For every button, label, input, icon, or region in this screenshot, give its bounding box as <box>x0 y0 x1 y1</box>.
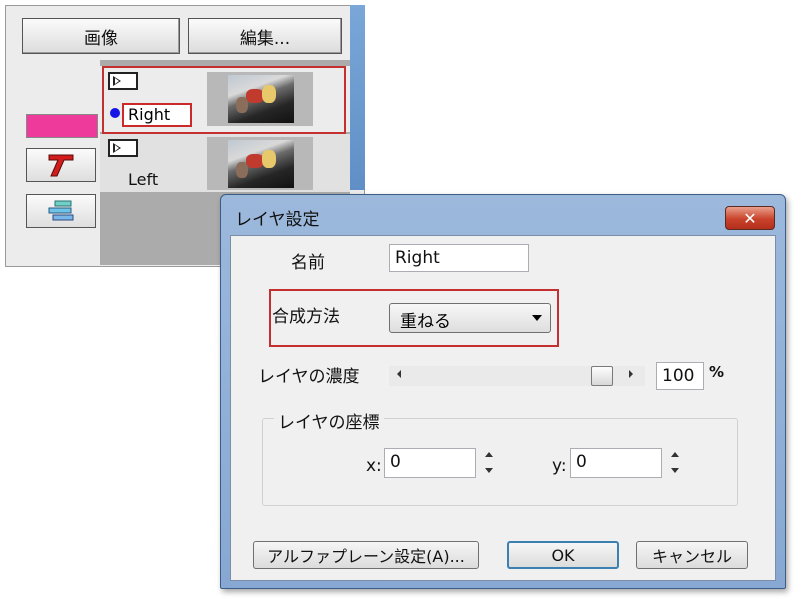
highlight-frame-blend <box>269 289 559 347</box>
edit-button[interactable]: 編集... <box>188 18 342 54</box>
layer-thumbnail <box>228 140 294 188</box>
close-button[interactable]: ✕ <box>725 206 775 230</box>
layer-stack-icon <box>48 200 74 221</box>
y-spinner-icon[interactable] <box>668 448 682 478</box>
x-spinner-icon[interactable] <box>482 448 496 478</box>
opacity-label: レイヤの濃度 <box>258 367 360 387</box>
layer-tool-button[interactable] <box>26 194 96 228</box>
window-edge <box>350 5 365 190</box>
color-swatch[interactable] <box>26 114 98 138</box>
percent-unit: % <box>709 363 725 381</box>
x-label: x: <box>366 456 382 476</box>
layer-visibility-icon[interactable] <box>108 139 138 157</box>
ok-button[interactable]: OK <box>507 541 619 569</box>
text-tool-icon <box>48 154 74 177</box>
slider-right-arrow-icon[interactable] <box>629 370 633 378</box>
layer-name-left: Left <box>128 170 159 189</box>
slider-left-arrow-icon[interactable] <box>397 370 401 378</box>
opacity-slider-thumb[interactable] <box>591 366 613 386</box>
highlight-frame-layer <box>102 66 346 134</box>
dialog-title: レイヤ設定 <box>235 210 320 230</box>
text-tool-button[interactable] <box>26 148 96 182</box>
name-label: 名前 <box>291 253 325 273</box>
name-field[interactable]: Right <box>389 244 529 272</box>
y-field[interactable]: 0 <box>570 448 662 478</box>
x-field[interactable]: 0 <box>384 448 476 478</box>
coordinates-label: レイヤの座標 <box>274 408 384 433</box>
y-label: y: <box>552 456 567 476</box>
alpha-plane-button[interactable]: アルファプレーン設定(A)... <box>253 541 479 569</box>
opacity-field[interactable]: 100 <box>656 362 704 390</box>
cancel-button[interactable]: キャンセル <box>636 541 748 569</box>
image-button[interactable]: 画像 <box>22 18 180 54</box>
